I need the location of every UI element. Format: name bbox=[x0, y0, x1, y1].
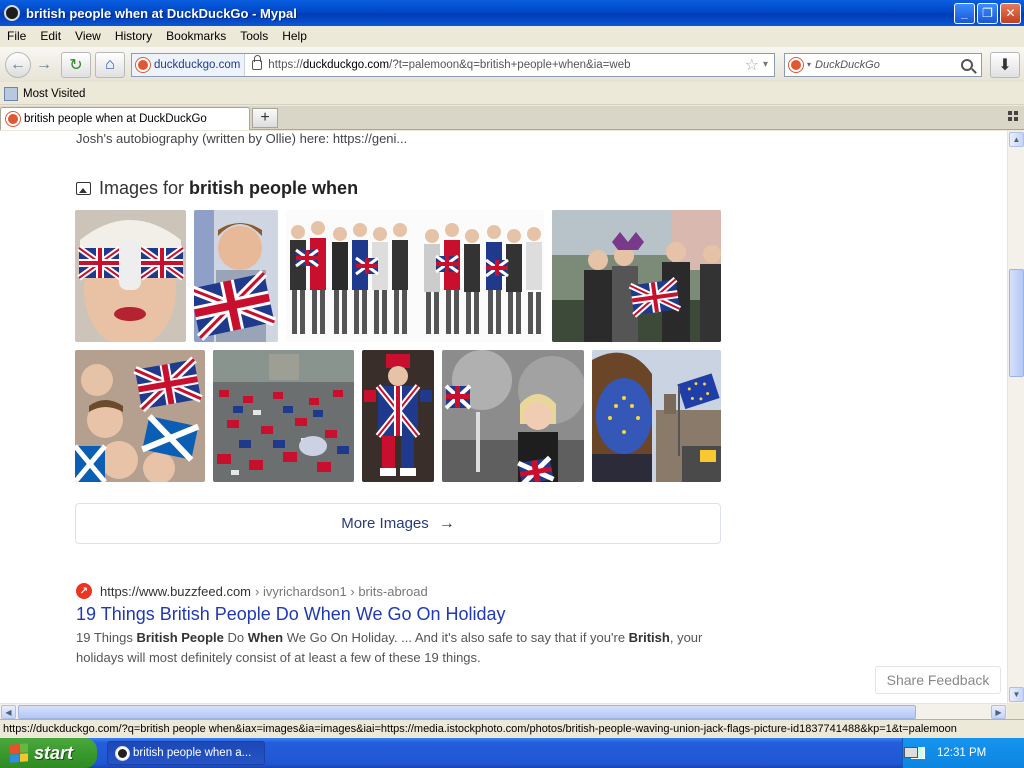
buzzfeed-favicon-icon: ↗ bbox=[76, 583, 92, 599]
menu-bar: File Edit View History Bookmarks Tools H… bbox=[0, 26, 1024, 46]
scrollbar-corner bbox=[1007, 703, 1024, 719]
image-result-6[interactable] bbox=[213, 350, 354, 482]
url-text[interactable]: https://duckduckgo.com/?t=palemoon&q=bri… bbox=[262, 59, 744, 71]
home-button[interactable]: ⌂ bbox=[95, 51, 125, 78]
tab-label: british people when at DuckDuckGo bbox=[24, 113, 207, 125]
menu-tools[interactable]: Tools bbox=[233, 29, 275, 43]
url-bar[interactable]: duckduckgo.com https://duckduckgo.com/?t… bbox=[131, 52, 775, 77]
new-tab-button[interactable]: + bbox=[252, 108, 278, 128]
image-result-3[interactable] bbox=[286, 210, 544, 342]
image-result-9[interactable] bbox=[592, 350, 721, 482]
search-bar[interactable]: ▾ DuckDuckGo bbox=[784, 52, 982, 77]
close-button[interactable]: ✕ bbox=[1000, 2, 1021, 24]
previous-result-snippet: Josh's autobiography (written by Ollie) … bbox=[76, 131, 408, 146]
list-all-tabs-icon[interactable] bbox=[1008, 111, 1018, 121]
url-dropdown-icon[interactable]: ▾ bbox=[763, 59, 768, 70]
taskbar: start british people when a... 12:31 PM bbox=[0, 738, 1024, 768]
taskbar-window-item[interactable]: british people when a... bbox=[107, 741, 265, 765]
result-title-link[interactable]: 19 Things British People Do When We Go O… bbox=[76, 604, 506, 625]
image-result-1[interactable] bbox=[75, 210, 186, 342]
menu-help[interactable]: Help bbox=[275, 29, 314, 43]
image-result-5[interactable] bbox=[75, 350, 205, 482]
minimize-button[interactable]: _ bbox=[954, 2, 975, 24]
page-content: Josh's autobiography (written by Ollie) … bbox=[0, 131, 1007, 703]
mypal-logo-icon bbox=[4, 5, 20, 21]
windows-logo-icon bbox=[10, 743, 28, 763]
more-images-label: More Images bbox=[341, 515, 429, 532]
image-result-4[interactable] bbox=[552, 210, 721, 342]
start-label: start bbox=[34, 742, 74, 763]
reload-button[interactable]: ↻ bbox=[61, 51, 91, 78]
forward-button[interactable]: → bbox=[31, 52, 57, 78]
menu-file[interactable]: File bbox=[0, 29, 33, 43]
tab-active[interactable]: british people when at DuckDuckGo bbox=[0, 107, 250, 130]
search-input[interactable]: DuckDuckGo bbox=[815, 59, 961, 71]
url-path: /?t=palemoon&q=british+people+when&ia=we… bbox=[389, 58, 631, 71]
menu-edit[interactable]: Edit bbox=[33, 29, 68, 43]
most-visited-icon bbox=[4, 86, 18, 101]
lock-icon bbox=[252, 54, 263, 70]
tab-favicon-icon bbox=[6, 112, 20, 126]
result-path: › ivyrichardson1 › brits-abroad bbox=[255, 583, 428, 599]
more-images-button[interactable]: More Images → bbox=[75, 503, 721, 544]
search-engine-dropdown-icon[interactable]: ▾ bbox=[807, 60, 811, 69]
site-identity-button[interactable]: duckduckgo.com bbox=[132, 53, 246, 76]
keyboard-icon[interactable] bbox=[904, 747, 918, 758]
bookmarks-toolbar: Most Visited bbox=[0, 83, 1024, 105]
search-icon[interactable] bbox=[961, 58, 973, 71]
result-url[interactable]: ↗ https://www.buzzfeed.com › ivyrichards… bbox=[76, 583, 428, 599]
back-button[interactable]: ← bbox=[5, 51, 31, 78]
start-button[interactable]: start bbox=[0, 738, 97, 768]
images-heading-query: british people when bbox=[189, 178, 359, 198]
clock[interactable]: 12:31 PM bbox=[937, 747, 986, 759]
url-scheme: https:// bbox=[268, 58, 303, 71]
search-engine-icon[interactable] bbox=[789, 57, 803, 72]
image-result-8[interactable] bbox=[442, 350, 584, 482]
bookmark-most-visited[interactable]: Most Visited bbox=[23, 88, 85, 100]
tab-bar: british people when at DuckDuckGo + bbox=[0, 106, 1024, 130]
taskbar-window-label: british people when a... bbox=[133, 747, 252, 759]
menu-history[interactable]: History bbox=[108, 29, 159, 43]
menu-view[interactable]: View bbox=[68, 29, 108, 43]
arrow-right-icon: → bbox=[438, 514, 455, 532]
status-bar: https://duckduckgo.com/?q=british people… bbox=[0, 719, 1024, 738]
mypal-taskbar-icon bbox=[116, 746, 129, 760]
title-bar: british people when at DuckDuckGo - Mypa… bbox=[0, 0, 1024, 26]
bookmark-star-icon[interactable]: ☆ bbox=[745, 55, 759, 75]
result-site: https://www.buzzfeed.com bbox=[100, 583, 252, 599]
maximize-button[interactable]: ❐ bbox=[977, 2, 998, 24]
scroll-left-button[interactable]: ◀ bbox=[1, 705, 16, 719]
image-result-2[interactable] bbox=[194, 210, 278, 342]
duckduckgo-favicon-icon bbox=[136, 57, 150, 72]
scroll-down-button[interactable]: ▼ bbox=[1009, 687, 1024, 702]
menu-bookmarks[interactable]: Bookmarks bbox=[159, 29, 233, 43]
horizontal-scroll-thumb[interactable] bbox=[18, 705, 916, 719]
navigation-toolbar: ← → ↻ ⌂ duckduckgo.com https://duckduckg… bbox=[0, 47, 1024, 82]
window-title: british people when at DuckDuckGo - Mypa… bbox=[26, 5, 297, 21]
images-heading[interactable]: Images for british people when bbox=[76, 178, 358, 199]
identity-label: duckduckgo.com bbox=[154, 58, 241, 71]
image-icon bbox=[76, 182, 91, 195]
system-tray: 12:31 PM bbox=[902, 738, 1024, 768]
image-result-7[interactable] bbox=[362, 350, 434, 482]
result-snippet: 19 Things British People Do When We Go O… bbox=[76, 630, 703, 665]
images-heading-prefix: Images for bbox=[99, 178, 185, 198]
horizontal-scrollbar[interactable]: ◀ ▶ bbox=[0, 703, 1007, 719]
scroll-up-button[interactable]: ▲ bbox=[1009, 132, 1024, 147]
vertical-scroll-thumb[interactable] bbox=[1009, 269, 1024, 377]
scroll-right-button[interactable]: ▶ bbox=[991, 705, 1006, 719]
share-feedback-button[interactable]: Share Feedback bbox=[875, 666, 1001, 694]
url-host: duckduckgo.com bbox=[302, 58, 390, 71]
downloads-button[interactable]: ⬇ bbox=[990, 51, 1020, 78]
vertical-scrollbar[interactable]: ▲ ▼ bbox=[1007, 131, 1024, 703]
